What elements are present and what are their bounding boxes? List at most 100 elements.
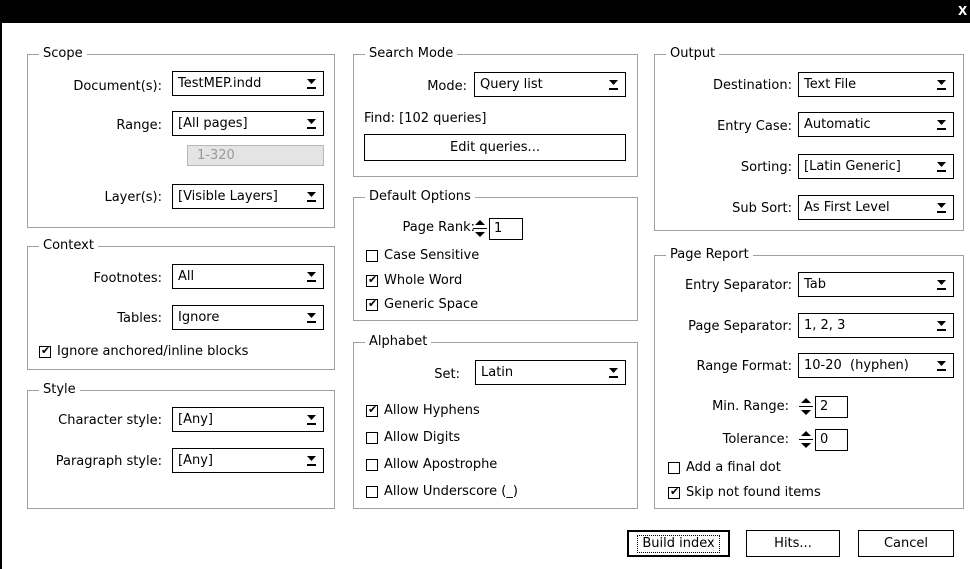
title-bar: IndexMatic PRO | 2.0 | ©Indiscripts.com … xyxy=(0,0,970,42)
min-range-spinner[interactable]: 2 xyxy=(799,396,849,418)
range-value: [All pages] xyxy=(178,116,248,131)
page-separator-dropdown[interactable]: 1, 2, 3 xyxy=(798,313,954,338)
tolerance-label: Tolerance: xyxy=(722,432,789,447)
destination-value: Text File xyxy=(804,77,857,92)
layer-value: [Visible Layers] xyxy=(178,189,278,204)
sorting-value: [Latin Generic] xyxy=(804,159,901,174)
range-pages-field: 1-320 xyxy=(187,145,324,166)
checkbox-box[interactable] xyxy=(366,486,378,498)
dropdown-arrow-icon xyxy=(307,415,316,425)
dropdown-arrow-icon xyxy=(307,313,316,323)
dropdown-arrow-icon xyxy=(937,80,946,90)
layer-dropdown[interactable]: [Visible Layers] xyxy=(172,184,324,209)
style-panel: Style Character style: [Any] Paragraph s… xyxy=(27,382,335,509)
sub-sort-value: As First Level xyxy=(804,200,890,215)
search-mode-panel: Search Mode Mode: Query list Find: [102 … xyxy=(353,46,638,177)
context-legend: Context xyxy=(39,238,98,254)
allow-underscore-label: Allow Underscore (_) xyxy=(384,484,518,499)
checkbox-box[interactable]: ✔ xyxy=(39,344,51,358)
dropdown-arrow-icon xyxy=(609,368,618,378)
layer-label: Layer(s): xyxy=(104,190,162,205)
default-options-panel: Default Options Page Rank: 1 Case Sensit… xyxy=(353,189,638,321)
dropdown-arrow-icon xyxy=(307,272,316,282)
spin-arrows-icon[interactable] xyxy=(799,396,813,417)
character-style-value: [Any] xyxy=(178,412,213,427)
tables-label: Tables: xyxy=(117,311,162,326)
set-dropdown[interactable]: Latin xyxy=(475,360,626,385)
build-index-label: Build index xyxy=(637,535,720,553)
document-label: Document(s): xyxy=(73,79,162,94)
checkbox-box[interactable]: ✔ xyxy=(366,297,378,311)
range-format-dropdown[interactable]: 10-20 (hyphen) xyxy=(798,353,954,378)
min-range-field[interactable]: 2 xyxy=(815,396,848,418)
set-label: Set: xyxy=(434,367,460,382)
character-style-label: Character style: xyxy=(58,413,162,428)
sorting-label: Sorting: xyxy=(740,160,792,175)
hits-button[interactable]: Hits... xyxy=(746,530,840,557)
checkmark-icon: ✔ xyxy=(41,344,51,357)
build-index-button[interactable]: Build index xyxy=(627,530,730,557)
spin-arrows-icon[interactable] xyxy=(473,218,487,239)
sorting-dropdown[interactable]: [Latin Generic] xyxy=(798,154,954,179)
set-value: Latin xyxy=(481,365,514,380)
paragraph-style-dropdown[interactable]: [Any] xyxy=(172,448,324,473)
window-title: IndexMatic PRO | 2.0 | ©Indiscripts.com xyxy=(14,27,313,42)
tables-dropdown[interactable]: Ignore xyxy=(172,305,324,330)
tolerance-field[interactable]: 0 xyxy=(815,429,848,451)
tables-value: Ignore xyxy=(178,310,220,325)
page-rank-field[interactable]: 1 xyxy=(489,218,523,240)
dropdown-arrow-icon xyxy=(937,162,946,172)
checkbox-box[interactable] xyxy=(668,462,680,474)
checkbox-box[interactable] xyxy=(366,250,378,262)
final-dot-label: Add a final dot xyxy=(686,460,781,475)
entry-case-dropdown[interactable]: Automatic xyxy=(798,112,954,137)
checkbox-box[interactable]: ✔ xyxy=(366,273,378,287)
edit-queries-button[interactable]: Edit queries... xyxy=(364,134,626,161)
checkmark-icon: ✔ xyxy=(368,297,378,310)
range-dropdown[interactable]: [All pages] xyxy=(172,111,324,136)
page-rank-spinner[interactable]: 1 xyxy=(473,218,523,240)
checkbox-box[interactable]: ✔ xyxy=(366,403,378,417)
footnotes-value: All xyxy=(178,269,195,284)
dropdown-arrow-icon xyxy=(937,361,946,371)
checkbox-box[interactable] xyxy=(366,432,378,444)
context-panel: Context Footnotes: All Tables: Ignore ✔ … xyxy=(27,238,335,370)
footnotes-label: Footnotes: xyxy=(93,271,162,286)
page-separator-label: Page Separator: xyxy=(688,319,792,334)
checkmark-icon: ✔ xyxy=(368,273,378,286)
dropdown-arrow-icon xyxy=(307,79,316,89)
default-options-legend: Default Options xyxy=(365,189,475,205)
checkmark-icon: ✔ xyxy=(670,485,680,498)
mode-dropdown[interactable]: Query list xyxy=(474,72,626,97)
character-style-dropdown[interactable]: [Any] xyxy=(172,407,324,432)
footnotes-dropdown[interactable]: All xyxy=(172,264,324,289)
document-value: TestMEP.indd xyxy=(178,76,262,91)
checkbox-box[interactable] xyxy=(366,459,378,471)
tolerance-spinner[interactable]: 0 xyxy=(799,429,849,451)
range-format-label: Range Format: xyxy=(696,359,792,374)
spin-arrows-icon[interactable] xyxy=(799,429,813,450)
mode-label: Mode: xyxy=(427,79,467,94)
dropdown-arrow-icon xyxy=(937,120,946,130)
entry-case-value: Automatic xyxy=(804,117,871,132)
close-icon[interactable]: X xyxy=(958,0,968,23)
dropdown-arrow-icon xyxy=(307,119,316,129)
page-report-legend: Page Report xyxy=(666,247,753,263)
cancel-button[interactable]: Cancel xyxy=(858,530,954,557)
checkmark-icon: ✔ xyxy=(368,403,378,416)
destination-label: Destination: xyxy=(713,78,792,93)
checkbox-box[interactable]: ✔ xyxy=(668,485,680,499)
range-label: Range: xyxy=(116,118,162,133)
paragraph-style-value: [Any] xyxy=(178,453,213,468)
dropdown-arrow-icon xyxy=(937,321,946,331)
sub-sort-dropdown[interactable]: As First Level xyxy=(798,195,954,220)
allow-apostrophe-label: Allow Apostrophe xyxy=(384,457,498,472)
find-text: Find: [102 queries] xyxy=(364,111,487,126)
dropdown-arrow-icon xyxy=(307,192,316,202)
destination-dropdown[interactable]: Text File xyxy=(798,72,954,97)
document-dropdown[interactable]: TestMEP.indd xyxy=(172,71,324,96)
entry-separator-dropdown[interactable]: Tab xyxy=(798,272,954,297)
alphabet-panel: Alphabet Set: Latin ✔ Allow Hyphens Allo… xyxy=(353,334,638,509)
entry-separator-value: Tab xyxy=(804,277,827,292)
allow-hyphens-label: Allow Hyphens xyxy=(384,403,480,418)
